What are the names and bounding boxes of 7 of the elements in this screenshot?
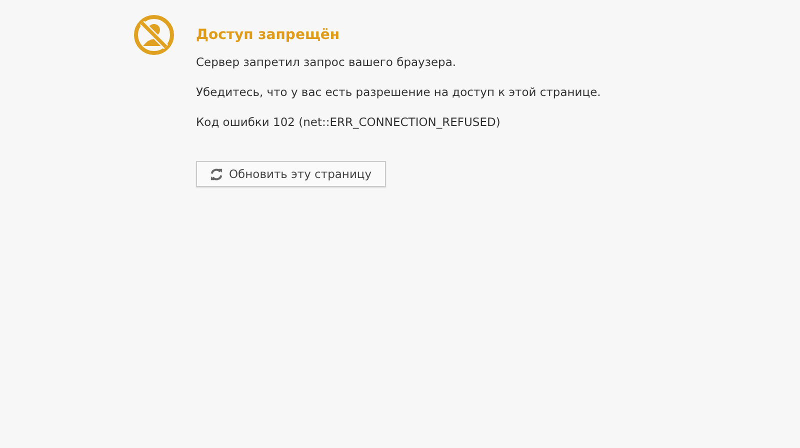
reload-button[interactable]: Обновить эту страницу <box>196 161 386 187</box>
error-code: Код ошибки 102 (net::ERR_CONNECTION_REFUSED) <box>196 115 500 129</box>
reload-icon <box>210 168 223 180</box>
access-denied-icon <box>133 14 175 56</box>
error-message: Убедитесь, что у вас есть разрешение на доступ к этой странице. <box>196 85 601 99</box>
error-title: Доступ запрещён <box>196 27 340 43</box>
error-message: Сервер запретил запрос вашего браузера. <box>196 55 456 69</box>
